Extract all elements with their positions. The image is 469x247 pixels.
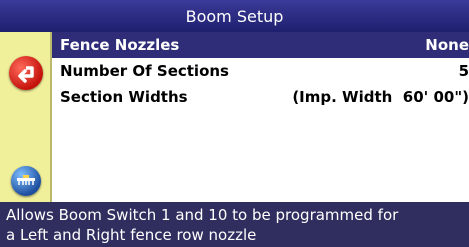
menu-item-label: Number Of Sections xyxy=(60,62,229,80)
left-panel xyxy=(0,32,52,202)
menu-item-fence-nozzles[interactable]: Fence Nozzles None xyxy=(52,32,469,58)
boom-setup-button[interactable] xyxy=(11,166,41,196)
help-text: Allows Boom Switch 1 and 10 to be progra… xyxy=(0,202,469,247)
menu-item-value: None xyxy=(425,36,469,54)
page-title: Boom Setup xyxy=(185,6,284,26)
menu-item-label: Fence Nozzles xyxy=(60,36,180,54)
menu-item-value: (Imp. Width 60' 00") xyxy=(292,88,469,106)
help-line-1: Allows Boom Switch 1 and 10 to be progra… xyxy=(6,206,399,224)
menu-item-section-widths[interactable]: Section Widths (Imp. Width 60' 00") xyxy=(52,84,469,110)
back-arrow-icon xyxy=(18,66,34,83)
menu-item-number-of-sections[interactable]: Number Of Sections 5 xyxy=(52,58,469,84)
menu-item-value: 5 xyxy=(458,62,469,80)
boom-setup-screen: Boom Setup Fence Nozzles None Number Of … xyxy=(0,0,469,247)
menu-item-label: Section Widths xyxy=(60,88,188,106)
back-button[interactable] xyxy=(9,56,43,90)
settings-list: Fence Nozzles None Number Of Sections 5 … xyxy=(52,32,469,202)
boom-setup-icon xyxy=(17,175,35,185)
help-line-2: a Left and Right fence row nozzle xyxy=(6,226,257,244)
title-bar: Boom Setup xyxy=(0,0,469,32)
